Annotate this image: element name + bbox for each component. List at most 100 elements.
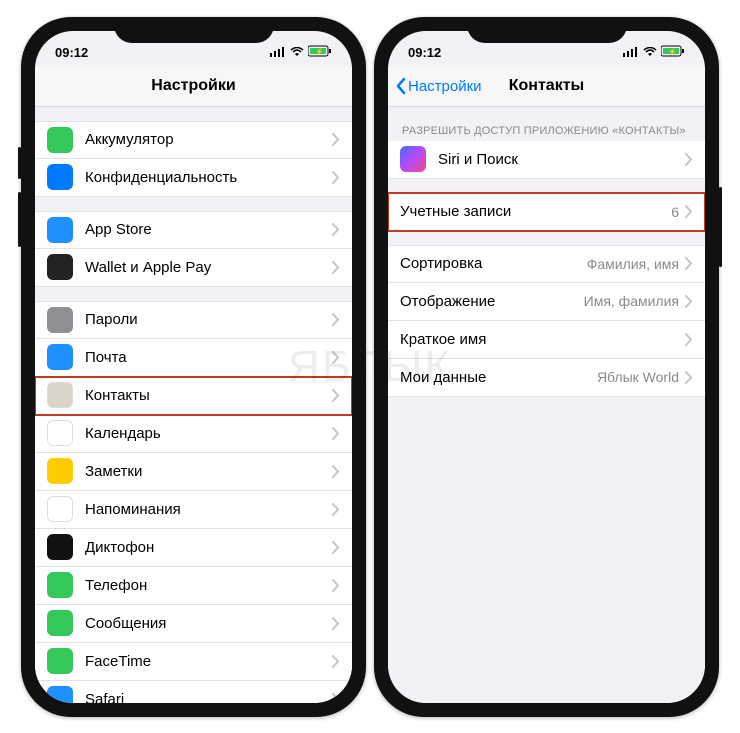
navbar-right: Настройки Контакты	[388, 67, 705, 107]
page-title: Настройки	[151, 77, 235, 95]
chevron-left-icon	[396, 77, 406, 95]
settings-row[interactable]: Напоминания	[35, 491, 352, 529]
chevron-right-icon	[332, 693, 340, 703]
app-icon	[47, 382, 73, 408]
settings-row[interactable]: Сообщения	[35, 605, 352, 643]
row-detail: Яблык World	[597, 369, 679, 385]
app-icon	[47, 164, 73, 190]
settings-row[interactable]: Почта	[35, 339, 352, 377]
app-icon	[47, 648, 73, 674]
back-label: Настройки	[408, 78, 482, 95]
app-icon	[47, 686, 73, 703]
row-label: Диктофон	[85, 539, 332, 556]
settings-row[interactable]: Диктофон	[35, 529, 352, 567]
screen-right: 09:12 ⚡ Настройки Контакты РАЗРЕШИТЬ ДОС…	[388, 31, 705, 703]
page-title: Контакты	[509, 77, 584, 95]
row-detail: Имя, фамилия	[584, 293, 679, 309]
chevron-right-icon	[332, 655, 340, 668]
row-label: Календарь	[85, 425, 332, 442]
row-label: Аккумулятор	[85, 131, 332, 148]
settings-row[interactable]: Конфиденциальность	[35, 159, 352, 197]
back-button[interactable]: Настройки	[396, 77, 482, 95]
app-icon	[47, 344, 73, 370]
pref-row[interactable]: Мои данныеЯблык World	[388, 359, 705, 397]
contacts-settings[interactable]: РАЗРЕШИТЬ ДОСТУП ПРИЛОЖЕНИЮ «КОНТАКТЫ» S…	[388, 107, 705, 703]
chevron-right-icon	[332, 351, 340, 364]
siri-search-row[interactable]: Siri и Поиск	[388, 141, 705, 179]
battery-icon: ⚡	[661, 45, 685, 60]
app-icon	[47, 496, 73, 522]
row-label: Почта	[85, 349, 332, 366]
screen-left: 09:12 ⚡ Настройки Аккумулятор Конфиденциа…	[35, 31, 352, 703]
chevron-right-icon	[685, 333, 693, 346]
status-icons: ⚡	[623, 45, 685, 60]
battery-icon: ⚡	[308, 45, 332, 60]
status-time: 09:12	[55, 45, 88, 60]
chevron-right-icon	[332, 261, 340, 274]
signal-icon	[623, 45, 639, 60]
row-detail: 6	[671, 204, 679, 220]
row-label: Safari	[85, 691, 332, 703]
settings-row[interactable]: FaceTime	[35, 643, 352, 681]
row-label: Телефон	[85, 577, 332, 594]
siri-icon	[400, 146, 426, 172]
chevron-right-icon	[685, 257, 693, 270]
chevron-right-icon	[332, 313, 340, 326]
row-detail: Фамилия, имя	[587, 256, 679, 272]
chevron-right-icon	[685, 295, 693, 308]
settings-row[interactable]: Safari	[35, 681, 352, 703]
row-label: Wallet и Apple Pay	[85, 259, 332, 276]
pref-row[interactable]: Краткое имя	[388, 321, 705, 359]
navbar-left: Настройки	[35, 67, 352, 107]
row-label: Siri и Поиск	[438, 151, 685, 168]
notch	[114, 17, 274, 43]
chevron-right-icon	[332, 579, 340, 592]
chevron-right-icon	[685, 205, 693, 218]
chevron-right-icon	[332, 541, 340, 554]
settings-row[interactable]: Пароли	[35, 301, 352, 339]
settings-row[interactable]: App Store	[35, 211, 352, 249]
app-icon	[47, 254, 73, 280]
settings-row[interactable]: Аккумулятор	[35, 121, 352, 159]
pref-row[interactable]: СортировкаФамилия, имя	[388, 245, 705, 283]
app-icon	[47, 458, 73, 484]
notch	[467, 17, 627, 43]
settings-row[interactable]: Wallet и Apple Pay	[35, 249, 352, 287]
row-label: Пароли	[85, 311, 332, 328]
phone-frame-right: 09:12 ⚡ Настройки Контакты РАЗРЕШИТЬ ДОС…	[374, 17, 719, 717]
row-label: Сортировка	[400, 255, 587, 272]
app-icon	[47, 217, 73, 243]
row-label: Мои данные	[400, 369, 597, 386]
row-label: Контакты	[85, 387, 332, 404]
settings-row[interactable]: Контакты	[35, 377, 352, 415]
row-label: Напоминания	[85, 501, 332, 518]
chevron-right-icon	[332, 389, 340, 402]
pref-row[interactable]: ОтображениеИмя, фамилия	[388, 283, 705, 321]
section-header: РАЗРЕШИТЬ ДОСТУП ПРИЛОЖЕНИЮ «КОНТАКТЫ»	[388, 121, 705, 141]
chevron-right-icon	[685, 153, 693, 166]
chevron-right-icon	[332, 465, 340, 478]
app-icon	[47, 610, 73, 636]
row-label: Конфиденциальность	[85, 169, 332, 186]
row-label: App Store	[85, 221, 332, 238]
chevron-right-icon	[332, 427, 340, 440]
chevron-right-icon	[332, 133, 340, 146]
row-label: Заметки	[85, 463, 332, 480]
status-icons: ⚡	[270, 45, 332, 60]
signal-icon	[270, 45, 286, 60]
accounts-row[interactable]: Учетные записи 6	[388, 193, 705, 231]
chevron-right-icon	[332, 223, 340, 236]
settings-list[interactable]: Аккумулятор Конфиденциальность App Store Wa…	[35, 107, 352, 703]
settings-row[interactable]: Заметки	[35, 453, 352, 491]
settings-row[interactable]: Телефон	[35, 567, 352, 605]
app-icon	[47, 127, 73, 153]
chevron-right-icon	[685, 371, 693, 384]
row-label: Учетные записи	[400, 203, 671, 220]
app-icon	[47, 307, 73, 333]
svg-text:⚡: ⚡	[315, 47, 324, 56]
chevron-right-icon	[332, 503, 340, 516]
svg-text:⚡: ⚡	[668, 47, 677, 56]
wifi-icon	[643, 45, 657, 60]
app-icon	[47, 534, 73, 560]
settings-row[interactable]: Календарь	[35, 415, 352, 453]
